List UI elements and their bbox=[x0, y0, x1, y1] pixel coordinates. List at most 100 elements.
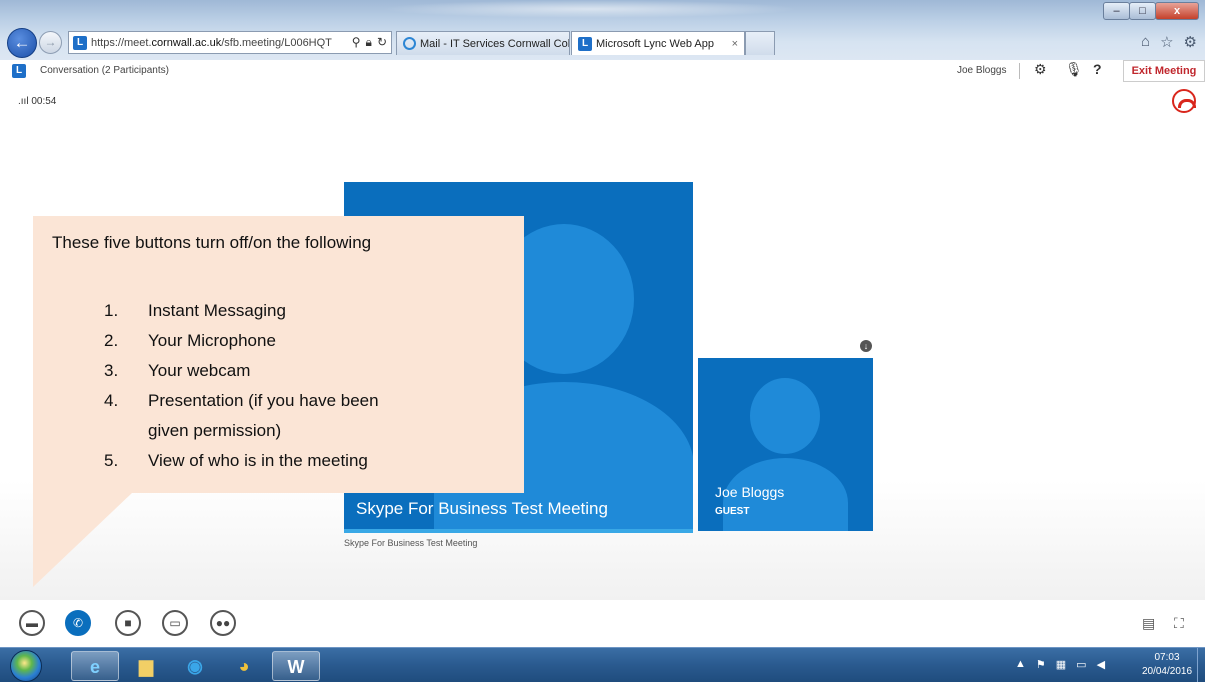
callout-item: 3. Your webcam bbox=[104, 356, 379, 386]
main-tile-caption: Skype For Business Test Meeting bbox=[344, 538, 478, 548]
new-tab-button[interactable] bbox=[745, 31, 775, 55]
url-domain: cornwall.ac.uk bbox=[151, 36, 222, 49]
address-bar[interactable]: L https://meet.cornwall.ac.uk/sfb.meetin… bbox=[68, 31, 392, 54]
presentation-button[interactable]: ▭ bbox=[162, 610, 188, 636]
tab-label: Mail - IT Services Cornwall Coll... bbox=[420, 37, 570, 50]
taskbar-clock[interactable]: 07:03 20/04/2016 bbox=[1137, 651, 1197, 679]
hang-up-button[interactable] bbox=[1172, 89, 1196, 113]
device-icon[interactable]: 🎙︎ bbox=[1065, 61, 1083, 78]
windows-taskbar: e ▆ ◉ ◕ W ▲ ⚑ ▦ ▭ ◀ 07:03 20/04/2016 bbox=[0, 647, 1205, 682]
item-text: Your Microphone bbox=[148, 331, 276, 350]
flag-icon[interactable]: ⚑ bbox=[1036, 658, 1046, 671]
item-number: 1. bbox=[104, 301, 119, 320]
forward-button[interactable]: → bbox=[39, 31, 62, 54]
conversation-title: Conversation (2 Participants) bbox=[40, 65, 169, 76]
browser-toolbar-icons: ⌂ ☆ ⚙ bbox=[1141, 33, 1197, 51]
network-icon[interactable]: ▦ bbox=[1056, 658, 1066, 671]
url-text[interactable]: https://meet.cornwall.ac.uk/sfb.meeting/… bbox=[91, 37, 352, 49]
tab-label: Microsoft Lync Web App bbox=[596, 37, 714, 50]
help-icon[interactable]: ? bbox=[1093, 61, 1102, 77]
taskbar-explorer[interactable]: ▆ bbox=[122, 651, 170, 681]
lock-icon[interactable]: 🔒︎ bbox=[366, 35, 372, 50]
item-text-continued: given permission) bbox=[148, 421, 282, 440]
ie-favicon-icon bbox=[403, 37, 416, 50]
fullscreen-icon[interactable]: ⛶ bbox=[1174, 615, 1184, 632]
microphone-button[interactable]: ✆ bbox=[65, 610, 91, 636]
search-icon[interactable]: ⚲ bbox=[352, 35, 361, 50]
app-header: L Conversation (2 Participants) Joe Blog… bbox=[0, 60, 1205, 82]
guest-options-icon[interactable]: ↓ bbox=[860, 340, 872, 352]
folder-icon: ▆ bbox=[139, 656, 153, 676]
maximize-button[interactable]: □ bbox=[1129, 2, 1156, 20]
taskbar-outlook[interactable]: ◉ bbox=[171, 651, 219, 681]
chat-icon: ▬ bbox=[26, 616, 38, 630]
participants-button[interactable]: ●● bbox=[210, 610, 236, 636]
callout-heading: These five buttons turn off/on the follo… bbox=[52, 233, 372, 252]
item-number: 5. bbox=[104, 451, 119, 470]
callout-item: 1. Instant Messaging bbox=[104, 296, 379, 326]
minimize-button[interactable]: – bbox=[1103, 2, 1130, 20]
outlook-icon: ◉ bbox=[187, 656, 203, 676]
item-text: Presentation (if you have been bbox=[148, 391, 379, 410]
callout-item: 4. Presentation (if you have been given … bbox=[104, 386, 379, 446]
item-number: 3. bbox=[104, 361, 119, 380]
clock-time: 07:03 bbox=[1154, 652, 1180, 663]
item-number: 2. bbox=[104, 331, 119, 350]
back-button[interactable]: ← bbox=[7, 28, 37, 58]
url-path: /sfb.meeting/L006HQT bbox=[221, 36, 332, 49]
gear-icon[interactable]: ⚙ bbox=[1184, 33, 1197, 51]
active-speaker-bar bbox=[344, 529, 693, 533]
header-divider bbox=[1019, 63, 1020, 79]
arrow-left-icon: ← bbox=[13, 33, 31, 52]
layout-icon[interactable]: ▤ bbox=[1142, 615, 1155, 632]
webcam-button[interactable]: ■ bbox=[115, 610, 141, 636]
tray-expand-icon[interactable]: ▲ bbox=[1015, 658, 1026, 671]
callout-item: 5. View of who is in the meeting bbox=[104, 446, 379, 476]
start-button[interactable] bbox=[10, 650, 42, 682]
settings-gear-icon[interactable]: ⚙ bbox=[1034, 61, 1047, 78]
item-text: View of who is in the meeting bbox=[148, 451, 368, 470]
url-prefix: https://meet. bbox=[91, 36, 152, 49]
taskbar-chrome[interactable]: ◕ bbox=[220, 651, 268, 681]
lync-favicon-icon: L bbox=[73, 35, 87, 50]
call-status: .ııl 00:54 bbox=[18, 96, 56, 107]
volume-icon[interactable]: ◀ bbox=[1097, 658, 1105, 671]
ie-icon: e bbox=[89, 657, 100, 677]
lync-favicon-icon: L bbox=[578, 36, 592, 51]
callout-list: 1. Instant Messaging 2. Your Microphone … bbox=[104, 296, 379, 476]
address-actions: ⚲ 🔒︎ ↻ bbox=[352, 35, 391, 50]
item-text: Your webcam bbox=[148, 361, 251, 380]
camera-icon: ■ bbox=[124, 616, 132, 630]
window-controls: – □ x bbox=[1103, 2, 1199, 20]
guest-role: GUEST bbox=[715, 506, 750, 517]
instant-messaging-button[interactable]: ▬ bbox=[19, 610, 45, 636]
user-name[interactable]: Joe Bloggs bbox=[957, 65, 1006, 76]
signal-strength-icon: .ııl bbox=[18, 96, 29, 107]
callout-pointer-fill bbox=[33, 492, 98, 587]
clock-date: 20/04/2016 bbox=[1141, 666, 1193, 677]
item-number: 4. bbox=[104, 391, 119, 410]
main-tile-label: Skype For Business Test Meeting bbox=[356, 499, 608, 518]
taskbar-ie[interactable]: e bbox=[71, 651, 119, 681]
tab-lync-web-app[interactable]: L Microsoft Lync Web App × bbox=[571, 31, 745, 55]
display-icon[interactable]: ▭ bbox=[1076, 658, 1086, 671]
favorites-star-icon[interactable]: ☆ bbox=[1160, 33, 1173, 51]
lync-logo-icon: L bbox=[12, 64, 26, 78]
chrome-icon: ◕ bbox=[238, 656, 250, 676]
show-desktop-button[interactable] bbox=[1197, 648, 1205, 682]
close-window-button[interactable]: x bbox=[1155, 2, 1199, 20]
item-text: Instant Messaging bbox=[148, 301, 286, 320]
guest-video-tile[interactable]: Joe Bloggs GUEST bbox=[698, 358, 873, 531]
microphone-icon: ✆ bbox=[72, 616, 84, 630]
tab-mail[interactable]: Mail - IT Services Cornwall Coll... bbox=[396, 31, 570, 55]
titlebar-glow bbox=[380, 0, 800, 18]
taskbar-word[interactable]: W bbox=[272, 651, 320, 681]
exit-meeting-button[interactable]: Exit Meeting bbox=[1123, 60, 1205, 82]
guest-name: Joe Bloggs bbox=[715, 484, 785, 500]
word-icon: W bbox=[287, 657, 305, 677]
refresh-icon[interactable]: ↻ bbox=[377, 35, 387, 50]
tab-close-icon[interactable]: × bbox=[724, 38, 738, 50]
system-tray: ▲ ⚑ ▦ ▭ ◀ bbox=[1015, 658, 1105, 671]
home-icon[interactable]: ⌂ bbox=[1141, 33, 1150, 51]
arrow-right-icon: → bbox=[44, 35, 57, 49]
